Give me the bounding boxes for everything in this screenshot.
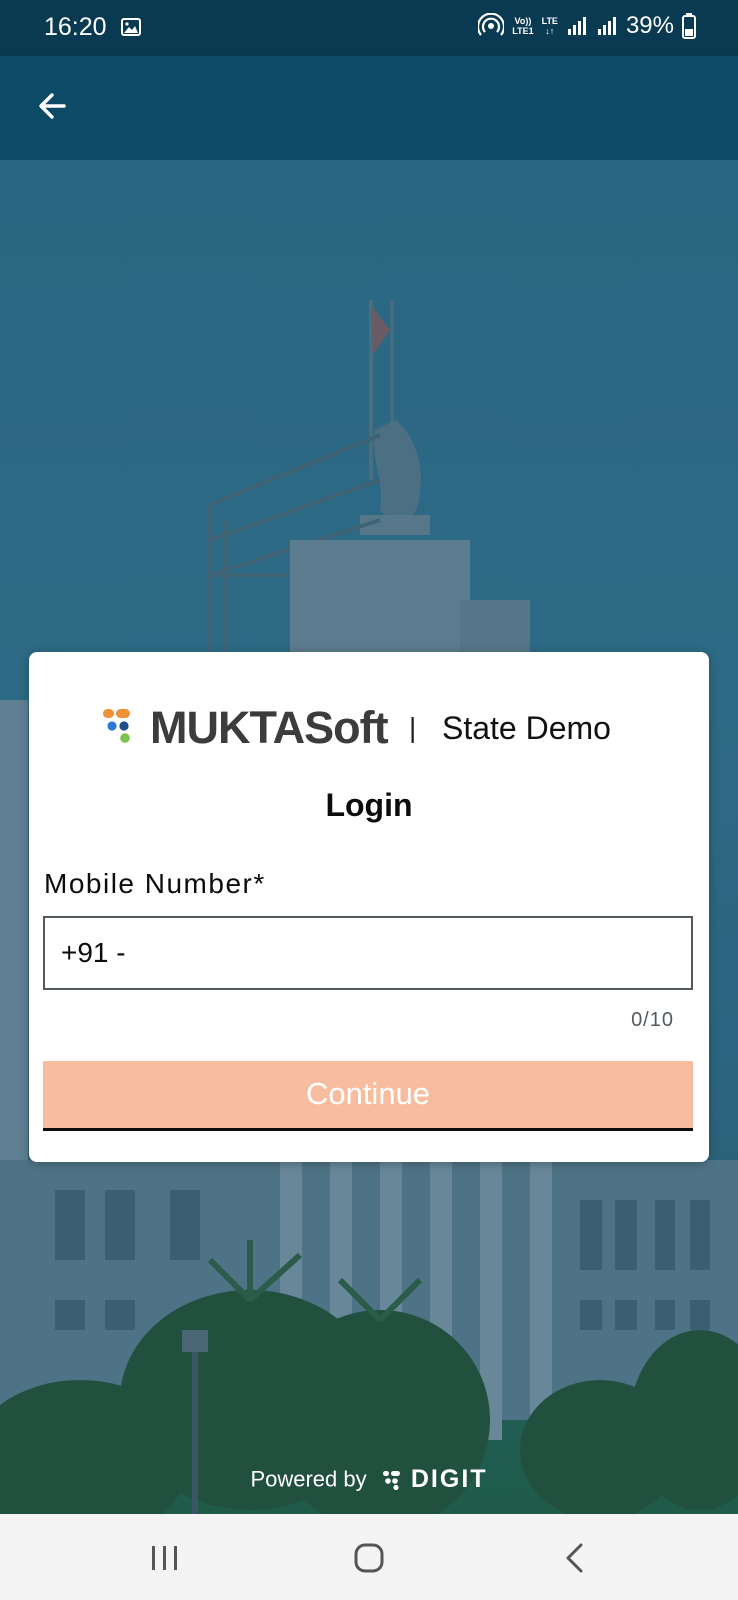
signal-icon — [597, 17, 616, 35]
mukta-logo-icon — [103, 709, 130, 743]
tenant-name: State Demo — [442, 710, 611, 746]
system-navigation-bar — [0, 1514, 738, 1600]
gallery-icon — [121, 18, 141, 36]
digit-logo-text: DIGIT — [410, 1465, 488, 1493]
login-card: MUKTASoft | State Demo Login Mobile Numb… — [29, 652, 709, 1162]
app-bar — [0, 56, 738, 160]
home-icon[interactable] — [349, 1538, 389, 1578]
network-type: LTE ↓↑ — [541, 16, 558, 36]
status-bar: 16:20 Vo)) LTE1 LTE ↓↑ 39% — [0, 0, 738, 56]
powered-by-label: Powered by — [250, 1466, 367, 1492]
back-icon[interactable] — [556, 1538, 596, 1578]
signal-icon — [567, 17, 586, 35]
status-icons: Vo)) LTE1 LTE ↓↑ 39% — [478, 12, 696, 40]
volte-indicator: Vo)) LTE1 — [512, 16, 534, 36]
brand-separator: | — [409, 712, 417, 743]
brand-header: MUKTASoft | State Demo — [29, 702, 709, 753]
continue-button[interactable]: Continue — [43, 1061, 693, 1131]
page-title: Login — [325, 787, 413, 823]
digit-logo-icon — [382, 1470, 400, 1490]
logo-text: MUKTASoft — [150, 702, 389, 753]
hotspot-icon — [478, 13, 505, 36]
mobile-number-field[interactable]: +91 - — [43, 916, 693, 990]
battery-icon — [682, 13, 696, 39]
powered-by-footer: Powered by DIGIT — [0, 1465, 738, 1494]
recent-apps-icon[interactable] — [145, 1538, 185, 1578]
arrow-left-icon[interactable] — [30, 84, 74, 128]
mobile-number-input[interactable] — [125, 928, 679, 980]
status-time: 16:20 — [44, 13, 107, 41]
country-code-prefix: +91 - — [61, 937, 126, 968]
mobile-number-label: Mobile Number* — [44, 868, 266, 899]
battery-percent: 39% — [625, 12, 674, 39]
character-counter: 0/10 — [631, 1009, 674, 1031]
